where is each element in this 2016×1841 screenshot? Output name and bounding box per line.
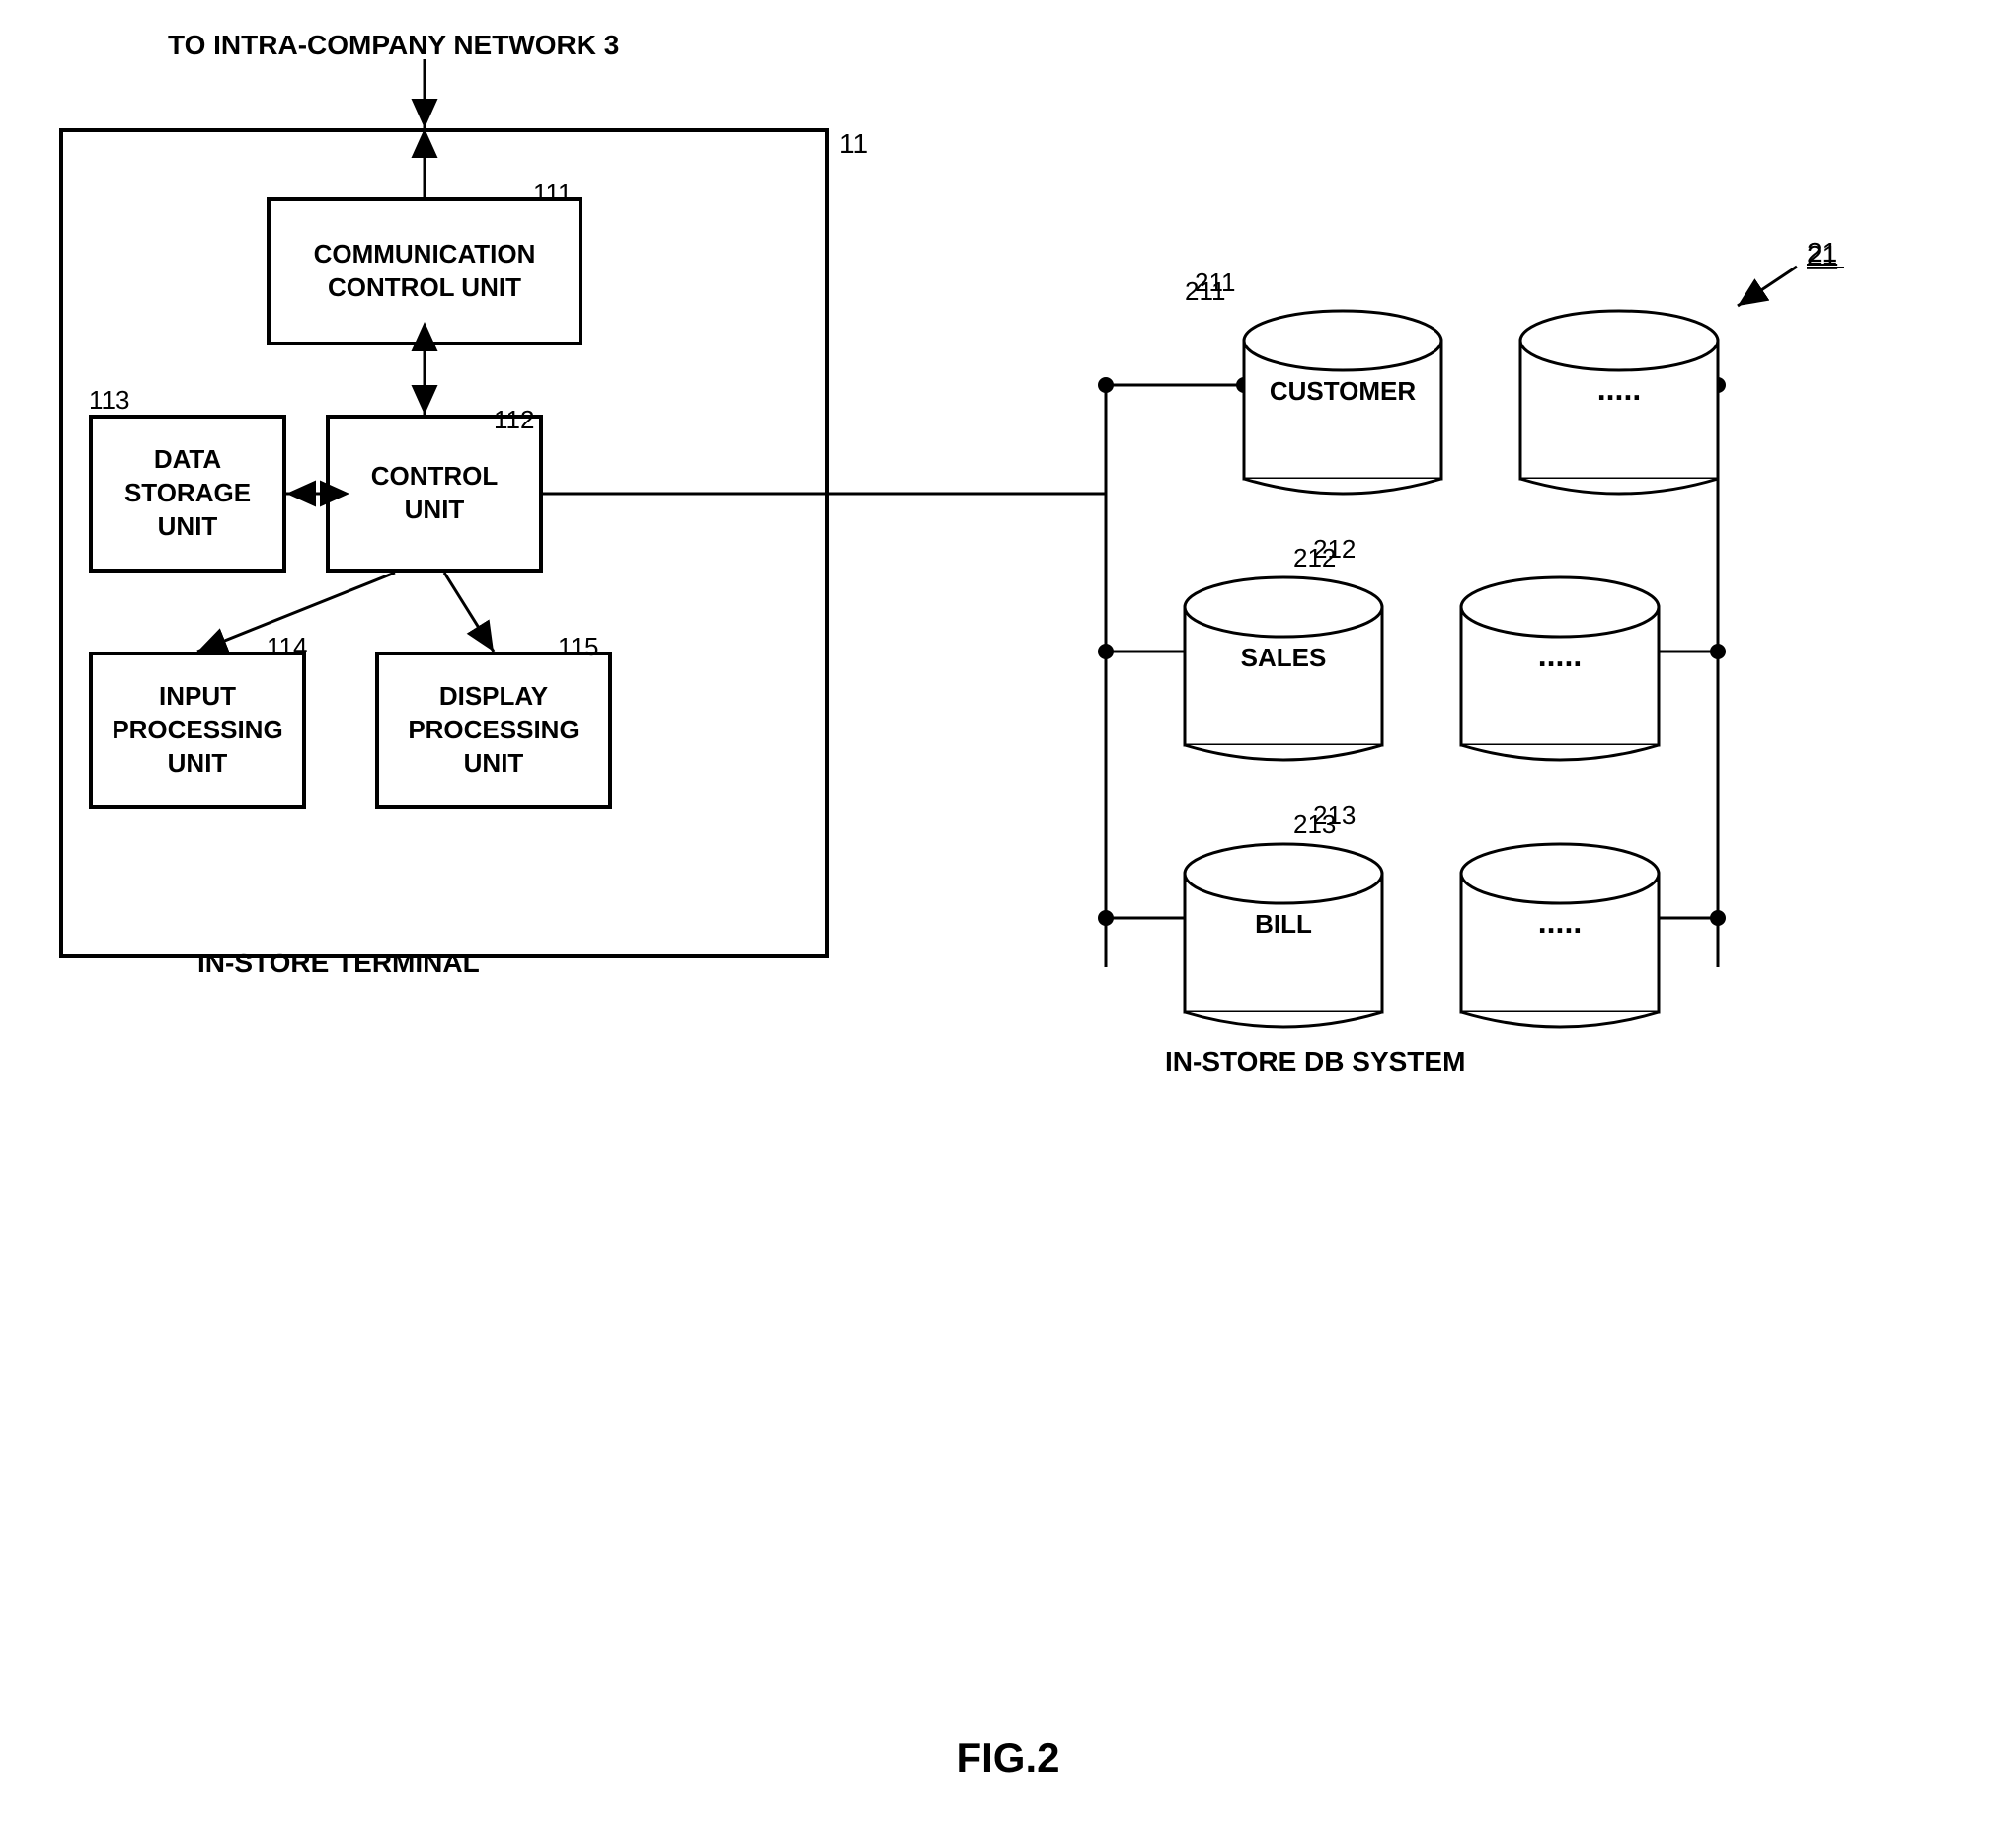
ref-213: 213 <box>1293 809 1336 840</box>
svg-text:SALES: SALES <box>1241 643 1327 672</box>
ref-115: 115 <box>558 632 598 662</box>
svg-text:BILL: BILL <box>1255 909 1312 939</box>
db-system-label: IN-STORE DB SYSTEM <box>1165 1046 1465 1078</box>
svg-text:.....: ..... <box>1538 638 1582 673</box>
input-processing-box: INPUT PROCESSING UNIT <box>89 652 306 809</box>
ref-113: 113 <box>89 385 129 416</box>
network-label: TO INTRA-COMPANY NETWORK 3 <box>168 30 619 61</box>
comm-control-box: COMMUNICATION CONTROL UNIT <box>267 197 582 345</box>
ref-11: 11 <box>839 128 868 160</box>
ref-21: 21 <box>1807 237 1837 268</box>
ref-211: 211 <box>1185 276 1225 307</box>
ref-212: 212 <box>1293 543 1336 574</box>
display-processing-box: DISPLAY PROCESSING UNIT <box>375 652 612 809</box>
diagram-container: TO INTRA-COMPANY NETWORK 3 11 IN-STORE T… <box>0 0 2016 1841</box>
ref-114: 114 <box>267 632 307 662</box>
svg-text:.....: ..... <box>1597 371 1641 407</box>
data-storage-box: DATA STORAGE UNIT <box>89 415 286 573</box>
control-unit-box: CONTROL UNIT <box>326 415 543 573</box>
svg-text:CUSTOMER: CUSTOMER <box>1270 376 1417 406</box>
fig-label: FIG.2 <box>956 1734 1059 1782</box>
ref-111: 111 <box>533 178 573 208</box>
svg-text:.....: ..... <box>1538 904 1582 940</box>
ref-112: 112 <box>494 405 534 435</box>
terminal-label: IN-STORE TERMINAL <box>197 948 480 979</box>
